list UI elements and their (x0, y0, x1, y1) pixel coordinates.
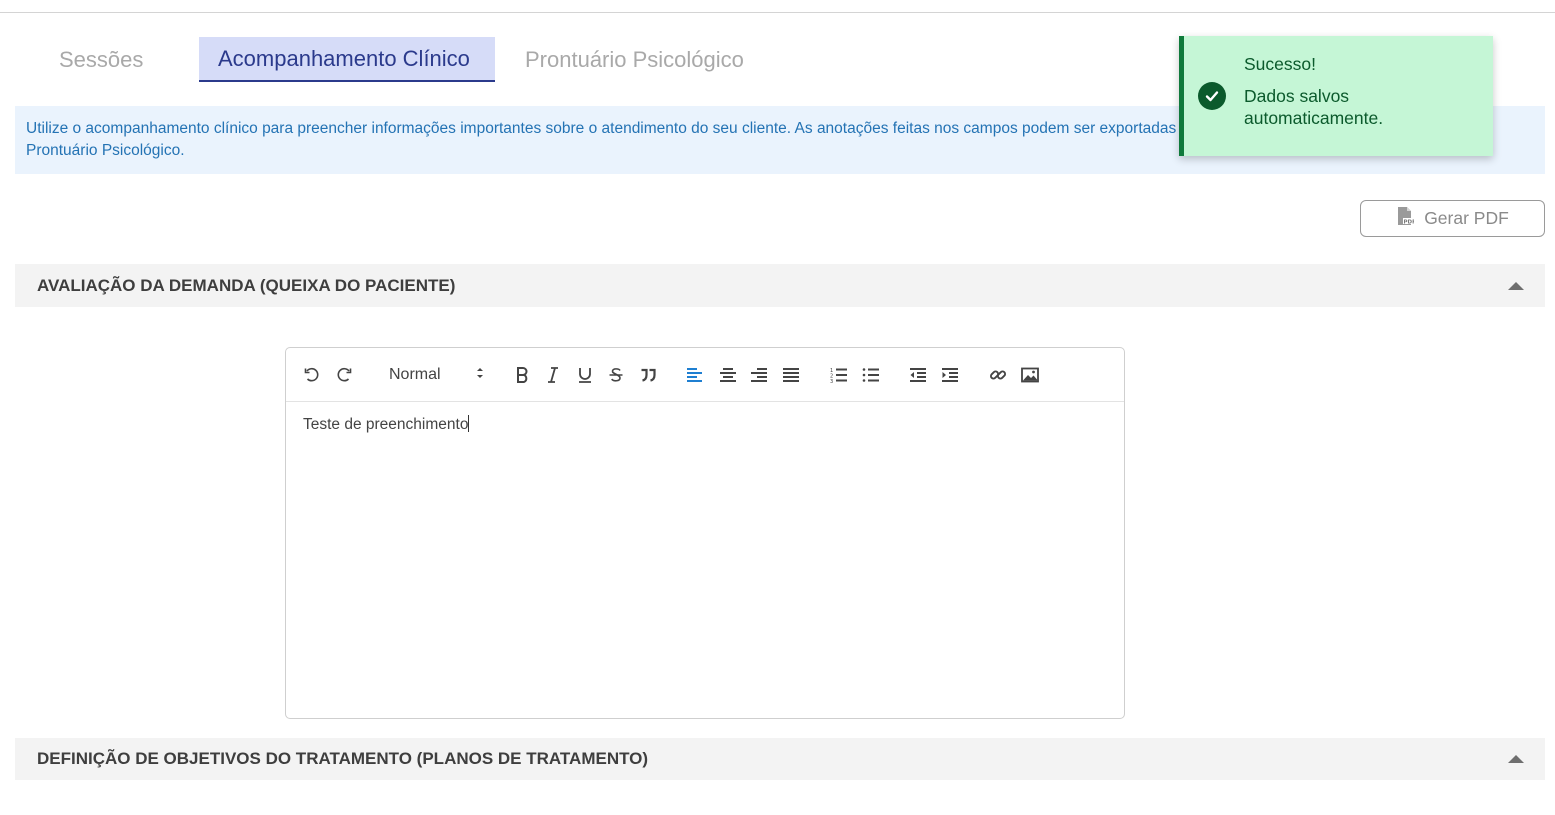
toast-title: Sucesso! (1244, 54, 1316, 74)
align-left-icon[interactable] (682, 362, 708, 388)
section-title: AVALIAÇÃO DA DEMANDA (QUEIXA DO PACIENTE… (37, 275, 456, 295)
bullet-list-icon[interactable] (858, 362, 884, 388)
align-right-icon[interactable] (746, 362, 772, 388)
indent-icon[interactable] (937, 362, 963, 388)
section-header-avaliacao-demanda[interactable]: AVALIAÇÃO DA DEMANDA (QUEIXA DO PACIENTE… (15, 264, 1545, 307)
redo-icon[interactable] (331, 362, 357, 388)
text-cursor (468, 415, 470, 432)
editor-content[interactable]: Teste de preenchimento (303, 415, 1107, 434)
svg-text:3: 3 (830, 379, 833, 383)
pdf-file-icon: PDF (1396, 206, 1416, 231)
italic-icon[interactable] (540, 362, 566, 388)
text-style-select[interactable]: Normal (389, 362, 485, 388)
align-justify-icon[interactable] (778, 362, 804, 388)
select-arrows-icon (475, 366, 485, 385)
collapse-caret-icon[interactable] (1508, 281, 1524, 290)
svg-text:PDF: PDF (1404, 219, 1415, 225)
link-icon[interactable] (985, 362, 1011, 388)
generate-pdf-label: Gerar PDF (1424, 208, 1509, 228)
top-divider (0, 12, 1555, 13)
collapse-caret-icon[interactable] (1508, 755, 1524, 763)
section-title: DEFINIÇÃO DE OBJETIVOS DO TRATAMENTO (PL… (37, 749, 649, 768)
section-header-objetivos-tratamento[interactable]: DEFINIÇÃO DE OBJETIVOS DO TRATAMENTO (PL… (15, 738, 1545, 780)
tab-sessoes[interactable]: Sessões (40, 37, 199, 82)
ordered-list-icon[interactable]: 123 (826, 362, 852, 388)
tab-acompanhamento-clinico[interactable]: Acompanhamento Clínico (199, 37, 495, 82)
rich-text-editor: Normal 1 2 3 Teste de preenchimento (285, 347, 1125, 719)
editor-text: Teste de preenchimento (303, 416, 469, 433)
text-style-value: Normal (389, 366, 441, 383)
toast-message: Dados salvos automaticamente. (1244, 86, 1384, 128)
success-toast[interactable]: Sucesso! Dados salvos automaticamente. (1179, 36, 1493, 156)
editor-toolbar: Normal 1 2 3 (286, 348, 1124, 402)
check-circle-icon (1198, 82, 1226, 110)
outdent-icon[interactable] (905, 362, 931, 388)
undo-icon[interactable] (299, 362, 325, 388)
bold-icon[interactable] (509, 362, 535, 388)
tab-prontuario-psicologico[interactable]: Prontuário Psicológico (495, 37, 763, 82)
blockquote-icon[interactable] (635, 362, 661, 388)
align-center-icon[interactable] (715, 362, 741, 388)
image-icon[interactable] (1017, 362, 1043, 388)
underline-icon[interactable] (572, 362, 598, 388)
strikethrough-icon[interactable] (603, 362, 629, 388)
generate-pdf-button[interactable]: PDF Gerar PDF (1360, 200, 1545, 237)
tab-bar: Sessões Acompanhamento Clínico Prontuári… (40, 37, 763, 82)
